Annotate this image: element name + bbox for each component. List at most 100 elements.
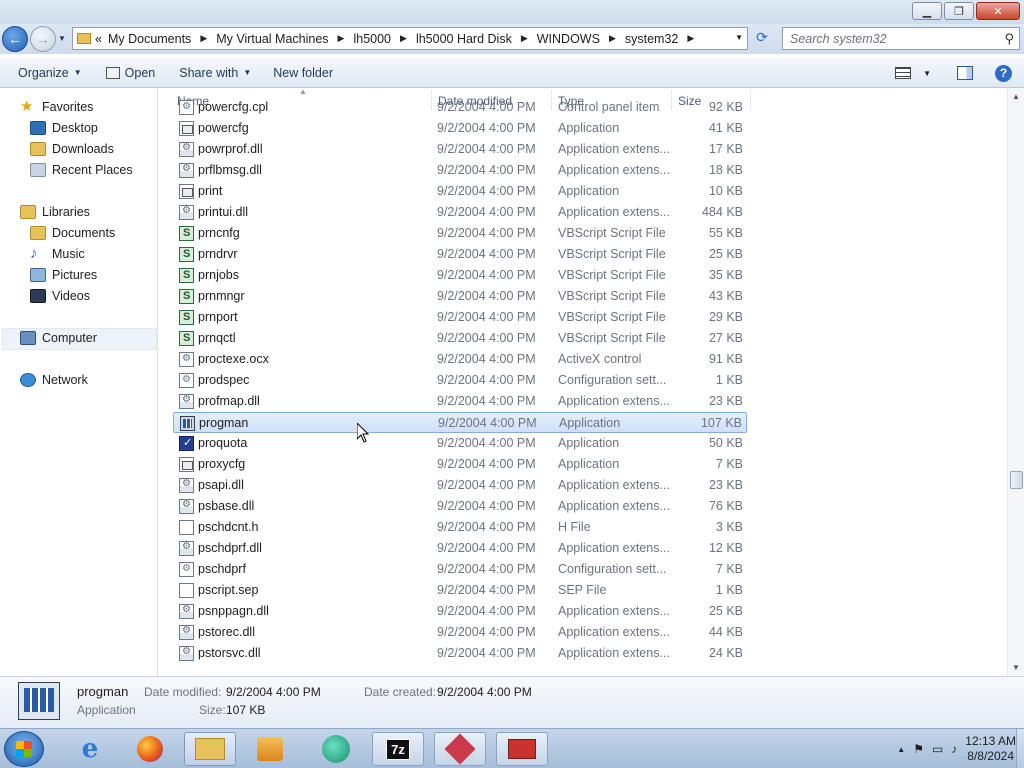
scroll-up-icon[interactable]: ▲ xyxy=(1012,92,1020,101)
view-options-dropdown-icon[interactable]: ▼ xyxy=(923,69,931,78)
file-date-modified: 9/2/2004 4:00 PM xyxy=(437,205,536,219)
app-icon[interactable] xyxy=(434,732,486,766)
file-row[interactable]: prflbmsg.dll 9/2/2004 4:00 PM Application … xyxy=(173,160,747,181)
file-type: Application extens... xyxy=(558,541,670,555)
nav-computer[interactable]: Computer xyxy=(20,328,97,348)
chevron-right-icon[interactable]: ▶ xyxy=(338,33,345,44)
file-row[interactable]: prncnfg 9/2/2004 4:00 PM VBScript Script F… xyxy=(173,223,747,244)
firefox-icon[interactable] xyxy=(124,732,176,766)
back-button[interactable]: ← xyxy=(2,26,28,52)
file-row[interactable]: proxycfg 9/2/2004 4:00 PM Application 7 KB xyxy=(173,454,747,475)
file-row[interactable]: powercfg 9/2/2004 4:00 PM Application 41 KB xyxy=(173,118,747,139)
file-row[interactable]: pschdprf 9/2/2004 4:00 PM Configuration se… xyxy=(173,559,747,580)
help-icon[interactable]: ? xyxy=(995,64,1012,82)
volume-muted-icon[interactable]: ♪ xyxy=(951,742,957,756)
clock-date: 8/8/2024 xyxy=(967,749,1014,763)
breadcrumb-my-virtual-machines[interactable]: My Virtual Machines xyxy=(216,32,328,46)
nav-pictures[interactable]: Pictures xyxy=(30,265,97,285)
toolbox-icon[interactable] xyxy=(496,732,548,766)
nav-documents[interactable]: Documents xyxy=(30,223,115,243)
organize-button[interactable]: Organize ▼ xyxy=(0,58,91,88)
start-button[interactable] xyxy=(4,731,44,767)
minimize-button[interactable]: ▁ xyxy=(912,2,942,20)
file-row[interactable]: print 9/2/2004 4:00 PM Application 10 KB xyxy=(173,181,747,202)
nav-downloads[interactable]: Downloads xyxy=(30,139,114,159)
nav-recent-places[interactable]: Recent Places xyxy=(30,160,133,180)
chevron-right-icon[interactable]: ▶ xyxy=(200,33,207,44)
file-row[interactable]: profmap.dll 9/2/2004 4:00 PM Application e… xyxy=(173,391,747,412)
clock[interactable]: 12:13 AM 8/8/2024 xyxy=(965,734,1016,764)
scroll-down-icon[interactable]: ▼ xyxy=(1012,663,1020,672)
nav-libraries[interactable]: Libraries xyxy=(20,202,90,222)
address-overflow[interactable]: « xyxy=(95,32,102,46)
file-row[interactable]: proctexe.ocx 9/2/2004 4:00 PM ActiveX cont… xyxy=(173,349,747,370)
nav-desktop[interactable]: Desktop xyxy=(30,118,98,138)
nav-label: Computer xyxy=(42,331,97,345)
file-row[interactable]: psbase.dll 9/2/2004 4:00 PM Application ex… xyxy=(173,496,747,517)
breadcrumb-lh5000[interactable]: lh5000 xyxy=(353,32,391,46)
share-with-button[interactable]: Share with ▼ xyxy=(170,58,260,88)
nav-favorites[interactable]: ★ Favorites xyxy=(20,97,93,117)
new-folder-button[interactable]: New folder xyxy=(264,58,342,88)
scroll-thumb[interactable] xyxy=(1010,471,1023,489)
change-view-icon[interactable] xyxy=(895,67,912,79)
nav-network[interactable]: Network xyxy=(20,370,88,390)
maximize-button[interactable]: ❐ xyxy=(944,2,974,20)
nav-videos[interactable]: Videos xyxy=(30,286,90,306)
breadcrumb-my-documents[interactable]: My Documents xyxy=(108,32,191,46)
file-row[interactable]: progman 9/2/2004 4:00 PM Application 107 KB xyxy=(173,412,747,433)
vertical-scrollbar[interactable]: ▲ ▼ xyxy=(1007,88,1024,676)
file-row[interactable]: prodspec 9/2/2004 4:00 PM Configuration se… xyxy=(173,370,747,391)
refresh-icon[interactable]: ⟳ xyxy=(752,29,772,49)
file-row[interactable]: prndrvr 9/2/2004 4:00 PM VBScript Script F… xyxy=(173,244,747,265)
file-type: Application extens... xyxy=(558,625,670,639)
internet-explorer-icon[interactable]: e xyxy=(64,732,116,766)
preview-pane-icon[interactable] xyxy=(957,66,973,80)
forward-button[interactable]: → xyxy=(30,26,56,52)
chevron-right-icon[interactable]: ▶ xyxy=(521,33,528,44)
breadcrumb-system32[interactable]: system32 xyxy=(625,32,679,46)
recent-pages-dropdown-icon[interactable]: ▼ xyxy=(58,34,66,43)
file-size: 35 KB xyxy=(708,268,743,282)
file-type: Application extens... xyxy=(558,163,670,177)
show-desktop-button[interactable] xyxy=(1016,729,1024,768)
file-row[interactable]: powrprof.dll 9/2/2004 4:00 PM Application … xyxy=(173,139,747,160)
file-row[interactable]: psapi.dll 9/2/2004 4:00 PM Application ext… xyxy=(173,475,747,496)
show-hidden-icons[interactable]: ▲ xyxy=(897,745,905,754)
chevron-right-icon[interactable]: ▶ xyxy=(400,33,407,44)
search-icon[interactable]: ⚲ xyxy=(1004,31,1014,47)
breadcrumb-windows[interactable]: WINDOWS xyxy=(537,32,600,46)
column-divider[interactable] xyxy=(750,90,751,110)
file-row[interactable]: prnjobs 9/2/2004 4:00 PM VBScript Script F… xyxy=(173,265,747,286)
file-row[interactable]: pschdcnt.h 9/2/2004 4:00 PM H File 3 KB xyxy=(173,517,747,538)
file-row[interactable]: proquota 9/2/2004 4:00 PM Application 50 KB xyxy=(173,433,747,454)
chevron-right-icon[interactable]: ▶ xyxy=(687,33,694,44)
address-dropdown-icon[interactable]: ▼ xyxy=(735,33,743,42)
file-row[interactable]: psnppagn.dll 9/2/2004 4:00 PM Application … xyxy=(173,601,747,622)
7zip-icon[interactable]: 7z xyxy=(372,732,424,766)
file-explorer-icon[interactable] xyxy=(184,732,236,766)
music-icon: ♪ xyxy=(30,245,38,262)
media-player-icon[interactable] xyxy=(244,732,296,766)
close-button[interactable]: ✕ xyxy=(976,2,1020,20)
file-row[interactable]: prnmngr 9/2/2004 4:00 PM VBScript Script F… xyxy=(173,286,747,307)
file-row[interactable]: pstorec.dll 9/2/2004 4:00 PM Application e… xyxy=(173,622,747,643)
file-row[interactable]: pschdprf.dll 9/2/2004 4:00 PM Application … xyxy=(173,538,747,559)
file-row[interactable]: prnqctl 9/2/2004 4:00 PM VBScript Script F… xyxy=(173,328,747,349)
app-icon[interactable] xyxy=(310,732,362,766)
file-row[interactable]: pscript.sep 9/2/2004 4:00 PM SEP File 1 KB xyxy=(173,580,747,601)
breadcrumb-lh5000-hard-disk[interactable]: lh5000 Hard Disk xyxy=(416,32,512,46)
search-input[interactable]: Search system32 ⚲ xyxy=(782,27,1020,50)
address-bar[interactable]: « My Documents ▶ My Virtual Machines ▶ l… xyxy=(72,27,748,50)
file-row[interactable]: pstorsvc.dll 9/2/2004 4:00 PM Application … xyxy=(173,643,747,664)
details-pane: progman Application Date modified: 9/2/2… xyxy=(0,676,1024,728)
file-row[interactable]: prnport 9/2/2004 4:00 PM VBScript Script F… xyxy=(173,307,747,328)
nav-music[interactable]: ♪ Music xyxy=(30,244,85,264)
action-center-flag-icon[interactable]: ⚑ xyxy=(913,742,924,756)
file-row[interactable]: powercfg.cpl 9/2/2004 4:00 PM Control pane… xyxy=(173,97,747,118)
chevron-right-icon[interactable]: ▶ xyxy=(609,33,616,44)
network-status-icon[interactable]: ▭ xyxy=(932,742,943,756)
open-button[interactable]: Open xyxy=(97,58,165,88)
file-name: prflbmsg.dll xyxy=(198,163,262,177)
file-row[interactable]: printui.dll 9/2/2004 4:00 PM Application e… xyxy=(173,202,747,223)
